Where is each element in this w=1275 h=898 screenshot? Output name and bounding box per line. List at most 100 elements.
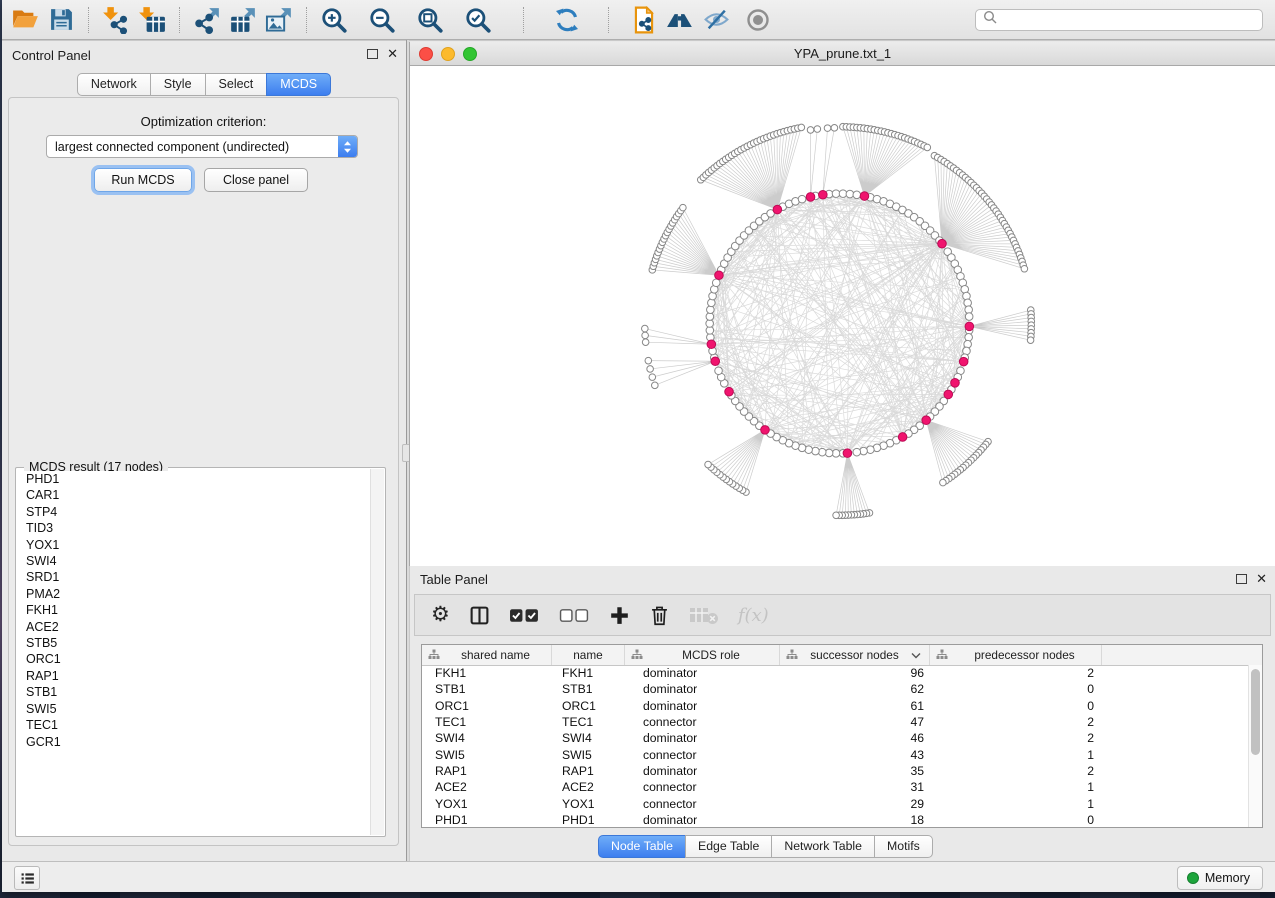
select-stepper-icon [338,136,357,157]
optimization-criterion-select[interactable]: largest connected component (undirected) [46,135,358,158]
tab-network-table[interactable]: Network Table [771,835,875,858]
col-header-name[interactable]: name [552,645,625,665]
search-window-binoculars-icon[interactable] [665,5,695,35]
add-column-icon[interactable] [609,602,630,628]
select-all-icon[interactable] [509,602,540,628]
mcds-node-item[interactable]: ORC1 [19,651,382,667]
close-table-panel-icon[interactable]: ✕ [1256,573,1267,585]
table-toolbar: ⚙ f(x) [414,594,1271,636]
table-row[interactable]: SWI5SWI5connector431 [422,746,1249,762]
mcds-result-scrollbar[interactable] [370,469,384,835]
open-session-icon[interactable] [10,5,40,35]
table-row[interactable]: RAP1RAP1dominator352 [422,763,1249,779]
function-builder-icon: f(x) [738,602,769,628]
mcds-node-item[interactable]: SRD1 [19,569,382,585]
zoom-in-icon[interactable] [319,5,349,35]
network-canvas[interactable] [409,66,1275,566]
col-header-predecessor-nodes[interactable]: predecessor nodes [930,645,1102,665]
mcds-node-item[interactable]: PMA2 [19,586,382,602]
mcds-node-item[interactable]: SWI4 [19,553,382,569]
memory-button[interactable]: Memory [1177,866,1263,890]
control-panel-header: Control Panel ✕ [2,41,406,67]
table-row[interactable]: YOX1YOX1connector291 [422,795,1249,811]
mcds-node-item[interactable]: SWI5 [19,701,382,717]
tab-mcds[interactable]: MCDS [266,73,331,96]
table-scrollbar-thumb[interactable] [1251,669,1260,755]
table-row[interactable]: SWI4SWI4dominator462 [422,730,1249,746]
float-panel-icon[interactable] [367,49,378,59]
tab-select[interactable]: Select [205,73,268,96]
tab-style[interactable]: Style [150,73,206,96]
table-cell: FKH1 [422,666,552,680]
import-network-icon[interactable] [101,5,131,35]
delete-column-trash-icon[interactable] [649,602,670,628]
table-row[interactable]: TEC1TEC1connector472 [422,714,1249,730]
memory-status-icon [1187,872,1199,884]
search-input[interactable] [998,10,1262,30]
hide-graphics-details-icon[interactable] [701,5,731,35]
table-cell: SWI4 [422,731,552,745]
control-panel-tabs: Network Style Select MCDS [2,73,406,96]
tab-network[interactable]: Network [77,73,151,96]
col-header-filler [1102,645,1262,665]
table-row[interactable]: ORC1ORC1dominator610 [422,698,1249,714]
table-cell: YOX1 [422,797,552,811]
close-panel-button[interactable]: Close panel [204,168,308,192]
table-cell: SWI5 [552,748,625,762]
show-columns-icon[interactable] [469,602,490,628]
zoom-fit-icon[interactable] [415,5,445,35]
table-cell: YOX1 [552,797,625,811]
mcds-node-item[interactable]: FKH1 [19,602,382,618]
show-graphics-details-icon[interactable] [743,5,773,35]
mcds-node-item[interactable]: CAR1 [19,487,382,503]
tab-edge-table[interactable]: Edge Table [685,835,772,858]
table-cell: connector [625,715,780,729]
table-row[interactable]: PHD1PHD1dominator180 [422,812,1249,827]
export-image-icon[interactable] [264,5,294,35]
mcds-node-item[interactable]: TID3 [19,520,382,536]
col-header-successor-nodes[interactable]: successor nodes [780,645,930,665]
mcds-node-item[interactable]: STB5 [19,635,382,651]
zoom-selected-icon[interactable] [463,5,493,35]
network-document-icon[interactable] [629,5,659,35]
delete-table-icon [689,602,719,628]
search-field[interactable] [975,9,1263,31]
mcds-node-item[interactable]: PHD1 [19,471,382,487]
tab-node-table[interactable]: Node Table [598,835,686,858]
col-header-mcds-role[interactable]: MCDS role [625,645,780,665]
deselect-all-icon[interactable] [559,602,590,628]
show-task-history-button[interactable] [14,866,40,890]
table-row[interactable]: FKH1FKH1dominator962 [422,665,1249,681]
mcds-node-item[interactable]: YOX1 [19,537,382,553]
table-cell: ACE2 [552,780,625,794]
mcds-node-item[interactable]: TEC1 [19,717,382,733]
table-cell: dominator [625,666,780,680]
mcds-node-item[interactable]: STB1 [19,684,382,700]
mcds-node-item[interactable]: RAP1 [19,668,382,684]
table-row[interactable]: STB1STB1dominator620 [422,681,1249,697]
mcds-node-item[interactable]: ACE2 [19,619,382,635]
table-cell: 2 [930,666,1102,680]
col-header-shared-name[interactable]: shared name [422,645,552,665]
float-table-panel-icon[interactable] [1236,574,1247,584]
close-panel-icon[interactable]: ✕ [387,48,398,60]
export-table-icon[interactable] [228,5,258,35]
table-cell: dominator [625,813,780,827]
import-table-icon[interactable] [137,5,167,35]
zoom-out-icon[interactable] [367,5,397,35]
table-scrollbar[interactable] [1248,665,1262,827]
export-network-icon[interactable] [192,5,222,35]
node-table-body[interactable]: FKH1FKH1dominator962STB1STB1dominator620… [422,665,1249,827]
run-mcds-button[interactable]: Run MCDS [94,168,192,192]
table-row[interactable]: ACE2ACE2connector311 [422,779,1249,795]
network-view-titlebar[interactable]: YPA_prune.txt_1 [409,42,1275,66]
table-settings-gear-icon[interactable]: ⚙ [431,602,450,628]
mcds-result-list[interactable]: PHD1CAR1STP4TID3YOX1SWI4SRD1PMA2FKH1ACE2… [19,471,382,833]
mcds-node-item[interactable]: STP4 [19,504,382,520]
refresh-icon[interactable] [552,5,582,35]
toolbar-separator [306,7,308,33]
status-bar: Memory [2,861,1275,892]
save-session-icon[interactable] [46,5,76,35]
mcds-node-item[interactable]: GCR1 [19,734,382,750]
tab-motifs[interactable]: Motifs [874,835,933,858]
